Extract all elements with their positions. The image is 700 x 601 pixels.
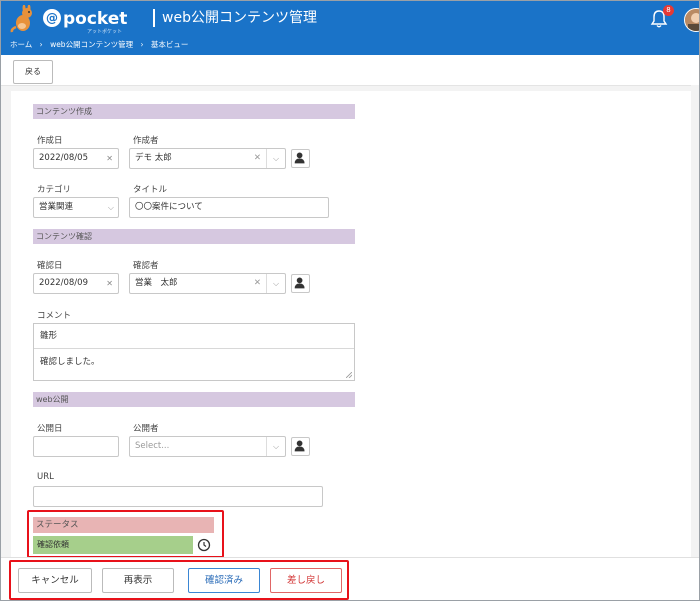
- category-value: 営業関連: [39, 202, 74, 212]
- chevron-down-icon[interactable]: ⌵: [266, 437, 285, 456]
- url-input[interactable]: [33, 486, 323, 507]
- toolbar: 戻る: [1, 55, 699, 86]
- confirm-date-field[interactable]: 2022/08/09 ✕: [33, 273, 119, 294]
- avatar-image: [685, 9, 699, 31]
- breadcrumb-app[interactable]: web公開コンテンツ管理: [50, 40, 133, 49]
- publisher-placeholder: Select...: [135, 441, 170, 451]
- chevron-down-icon[interactable]: ⌵: [108, 198, 114, 217]
- section-publish-header: web公開: [33, 392, 355, 407]
- creator-label: 作成者: [133, 136, 159, 146]
- scrollbar[interactable]: [691, 85, 699, 557]
- title-input[interactable]: 〇〇案件について: [129, 197, 329, 218]
- url-label: URL: [37, 472, 54, 482]
- person-icon: [294, 277, 305, 289]
- user-picker-button[interactable]: [291, 437, 310, 456]
- chevron-down-icon[interactable]: ⌵: [266, 274, 285, 293]
- breadcrumb-current: 基本ビュー: [150, 40, 189, 49]
- clear-icon[interactable]: ✕: [254, 149, 261, 168]
- logo-text: @ pocket: [43, 9, 127, 29]
- confirm-date-value: 2022/08/09: [39, 278, 88, 288]
- category-label: カテゴリ: [37, 185, 72, 195]
- section-create-header: コンテンツ作成: [33, 104, 355, 119]
- clear-icon[interactable]: ✕: [106, 274, 113, 293]
- title-label: タイトル: [133, 185, 168, 195]
- section-confirm-header: コンテンツ確認: [33, 229, 355, 244]
- app-window: @ pocket アットポケット web公開コンテンツ管理 8 ホーム › web…: [0, 0, 700, 601]
- publish-date-label: 公開日: [37, 424, 63, 434]
- comment-textarea[interactable]: 確認しました。: [34, 349, 354, 367]
- chevron-down-icon[interactable]: ⌵: [266, 149, 285, 168]
- title-value: 〇〇案件について: [135, 202, 203, 212]
- user-picker-button[interactable]: [291, 274, 310, 293]
- breadcrumb: ホーム › web公開コンテンツ管理 › 基本ビュー: [1, 37, 699, 55]
- publish-date-field[interactable]: [33, 436, 119, 457]
- user-picker-button[interactable]: [291, 149, 310, 168]
- clear-icon[interactable]: ✕: [106, 149, 113, 168]
- created-date-field[interactable]: 2022/08/05 ✕: [33, 148, 119, 169]
- confirm-date-label: 確認日: [37, 261, 63, 271]
- comment-field[interactable]: 雛形 確認しました。: [33, 323, 355, 381]
- comment-label: コメント: [37, 311, 72, 321]
- status-highlight-box: [27, 510, 224, 558]
- notification-badge: 8: [663, 5, 674, 16]
- clear-icon[interactable]: ✕: [254, 274, 261, 293]
- person-icon: [294, 440, 305, 452]
- confirmer-label: 確認者: [133, 261, 159, 271]
- logo-subtext: アットポケット: [87, 29, 123, 35]
- resize-handle-icon[interactable]: [346, 372, 352, 378]
- back-button[interactable]: 戻る: [13, 60, 53, 84]
- kangaroo-logo-icon: [10, 5, 32, 33]
- confirmer-select[interactable]: 営業 太郎 ✕ ⌵: [129, 273, 286, 294]
- comment-template-button[interactable]: 雛形: [34, 324, 354, 349]
- app-title: web公開コンテンツ管理: [153, 9, 317, 27]
- creator-value: デモ 太郎: [135, 153, 172, 163]
- publisher-label: 公開者: [133, 424, 159, 434]
- created-date-label: 作成日: [37, 136, 63, 146]
- logo-at: @: [43, 9, 61, 27]
- logo-word: pocket: [63, 9, 128, 29]
- user-avatar[interactable]: [684, 8, 699, 32]
- breadcrumb-separator: ›: [39, 40, 43, 49]
- breadcrumb-home[interactable]: ホーム: [10, 40, 32, 49]
- app-header: @ pocket アットポケット web公開コンテンツ管理 8: [1, 1, 699, 37]
- created-date-value: 2022/08/05: [39, 153, 88, 163]
- footer-highlight-box: [9, 560, 349, 600]
- publisher-select[interactable]: Select... ⌵: [129, 436, 286, 457]
- breadcrumb-separator: ›: [140, 40, 144, 49]
- confirmer-value: 営業 太郎: [135, 278, 178, 288]
- category-select[interactable]: 営業関連 ⌵: [33, 197, 119, 218]
- person-icon: [294, 152, 305, 164]
- creator-select[interactable]: デモ 太郎 ✕ ⌵: [129, 148, 286, 169]
